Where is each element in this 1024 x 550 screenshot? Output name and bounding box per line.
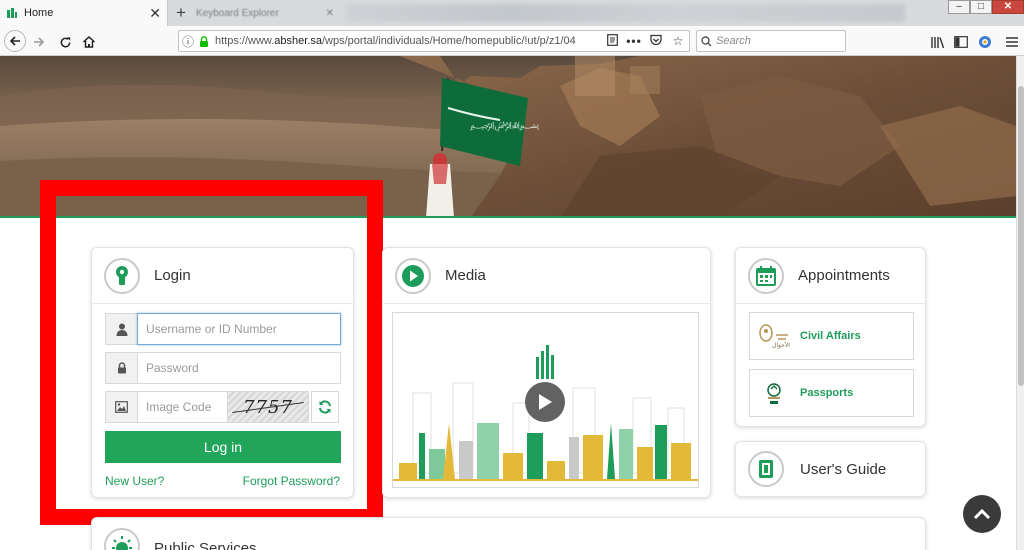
scroll-to-top-button[interactable] — [963, 495, 1001, 533]
close-tab-icon[interactable]: ✕ — [149, 6, 161, 20]
tab-bar: Home ✕ + Keyboard Explorer ✕ – □ ✕ — [0, 0, 1024, 26]
new-tab-icon[interactable]: + — [172, 3, 190, 23]
reader-view-icon[interactable] — [601, 33, 623, 49]
passports-button[interactable]: Passports — [749, 369, 914, 417]
menu-icon[interactable] — [1004, 34, 1020, 50]
search-placeholder: Search — [716, 35, 751, 47]
library-icon[interactable] — [930, 34, 946, 50]
chevron-up-icon — [973, 508, 991, 520]
navigation-toolbar: ⓘ https://www.absher.sa/wps/portal/indiv… — [0, 26, 1024, 56]
users-guide-title: User's Guide — [800, 460, 887, 478]
close-window-button[interactable]: ✕ — [992, 0, 1024, 14]
highlight-annotation-box — [40, 180, 383, 525]
home-icon[interactable] — [78, 31, 100, 53]
media-card: Media — [382, 247, 711, 498]
reload-icon[interactable] — [54, 31, 76, 53]
pocket-icon[interactable] — [645, 34, 667, 49]
appointments-title: Appointments — [798, 267, 890, 284]
maximize-button[interactable]: □ — [970, 0, 992, 14]
appointments-card-header: Appointments — [736, 248, 925, 304]
public-services-card[interactable]: Public Services — [91, 517, 926, 550]
book-icon — [748, 451, 784, 487]
browser-window: Home ✕ + Keyboard Explorer ✕ – □ ✕ ⓘ htt… — [0, 0, 1024, 550]
passports-emblem-icon — [767, 383, 781, 404]
sidebar-icon[interactable] — [953, 34, 969, 50]
tab-background[interactable]: Keyboard Explorer ✕ — [190, 3, 340, 23]
scrollbar-thumb[interactable] — [1018, 86, 1024, 386]
close-tab-icon[interactable]: ✕ — [326, 8, 334, 19]
media-card-header: Media — [383, 248, 710, 304]
url-text[interactable]: https://www.absher.sa/wps/portal/individ… — [211, 35, 601, 47]
back-icon[interactable] — [4, 30, 26, 52]
calendar-icon — [748, 257, 784, 294]
forward-icon[interactable] — [28, 31, 50, 53]
media-video-thumbnail[interactable] — [392, 312, 699, 488]
info-icon[interactable]: ⓘ — [179, 33, 197, 50]
media-title: Media — [445, 267, 486, 284]
play-button[interactable] — [525, 382, 565, 422]
bookmark-star-icon[interactable]: ☆ — [667, 34, 689, 48]
appointments-card: Appointments الأحوال Civil Affairs Passp… — [735, 247, 926, 427]
minimize-button[interactable]: – — [948, 0, 970, 14]
passports-label: Passports — [800, 387, 854, 399]
civil-affairs-button[interactable]: الأحوال Civil Affairs — [749, 312, 914, 360]
search-icon — [701, 35, 712, 47]
public-services-title: Public Services — [154, 540, 257, 550]
lock-icon[interactable] — [197, 35, 211, 47]
users-guide-card[interactable]: User's Guide — [735, 441, 926, 497]
extension-icon[interactable] — [977, 34, 993, 50]
civil-affairs-emblem-icon: الأحوال — [759, 324, 790, 349]
svg-text:الأحوال: الأحوال — [772, 341, 790, 349]
sun-icon — [104, 528, 140, 550]
page-scrollbar[interactable] — [1016, 56, 1024, 550]
address-bar[interactable]: ⓘ https://www.absher.sa/wps/portal/indiv… — [178, 30, 690, 52]
civil-affairs-label: Civil Affairs — [800, 330, 861, 342]
tab-title: Home — [24, 7, 54, 19]
tab-home[interactable]: Home ✕ — [0, 0, 168, 26]
absher-favicon-icon — [7, 8, 17, 18]
background-tab-title: Keyboard Explorer — [196, 7, 279, 19]
more-icon[interactable]: ••• — [623, 34, 645, 48]
search-field[interactable]: Search — [696, 30, 846, 52]
blurred-region — [345, 4, 905, 22]
svg-text:﷽: ﷽ — [470, 121, 539, 132]
play-icon — [539, 394, 552, 410]
play-circle-icon — [395, 257, 431, 294]
